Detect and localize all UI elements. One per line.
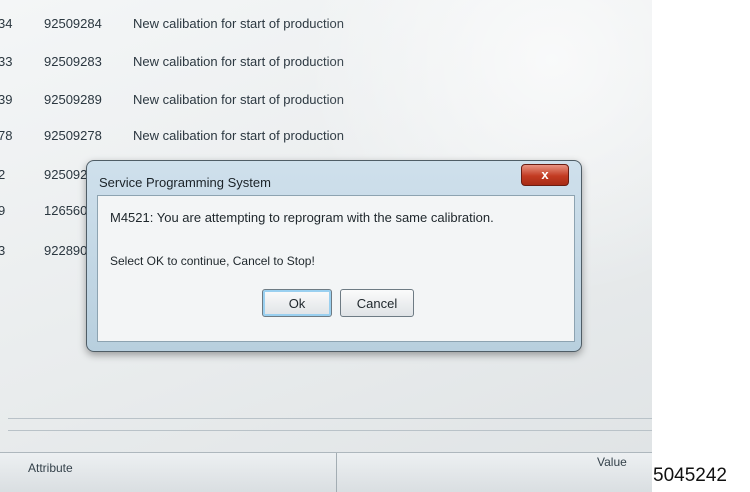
ok-button[interactable]: Ok bbox=[262, 289, 332, 317]
cancel-button[interactable]: Cancel bbox=[340, 289, 414, 317]
dialog-title: Service Programming System bbox=[99, 175, 271, 190]
panel-divider bbox=[8, 430, 652, 431]
table-row[interactable]: 34 92509284 New calibation for start of … bbox=[0, 9, 652, 39]
row-calibration-id: 922890 bbox=[44, 243, 88, 258]
row-description: New calibation for start of production bbox=[133, 16, 344, 31]
column-header-value[interactable]: Value bbox=[597, 455, 627, 469]
row-index: 39 bbox=[0, 92, 13, 107]
column-divider[interactable] bbox=[336, 453, 337, 492]
column-header-attribute[interactable]: Attribute bbox=[28, 461, 73, 475]
row-index: 34 bbox=[0, 16, 13, 31]
row-calibration-id: 92509284 bbox=[44, 16, 102, 31]
row-index: 2 bbox=[0, 167, 6, 182]
image-caption-number: 5045242 bbox=[653, 465, 727, 486]
row-index: 33 bbox=[0, 54, 13, 69]
row-description: New calibation for start of production bbox=[133, 92, 344, 107]
dialog-message: M4521: You are attempting to reprogram w… bbox=[110, 210, 494, 225]
panel-divider bbox=[8, 418, 652, 419]
dialog-instruction: Select OK to continue, Cancel to Stop! bbox=[110, 254, 315, 268]
confirmation-dialog: Service Programming System x M4521: You … bbox=[86, 160, 582, 352]
table-row[interactable]: 33 92509283 New calibation for start of … bbox=[0, 47, 652, 77]
row-index: 78 bbox=[0, 128, 13, 143]
dialog-body: M4521: You are attempting to reprogram w… bbox=[97, 195, 575, 342]
row-calibration-id: 92509278 bbox=[44, 128, 102, 143]
row-index: 3 bbox=[0, 243, 6, 258]
row-index: 9 bbox=[0, 203, 6, 218]
row-calibration-id: 126560 bbox=[44, 203, 88, 218]
monitor-screen: 34 92509284 New calibation for start of … bbox=[0, 0, 652, 492]
row-description: New calibation for start of production bbox=[133, 54, 344, 69]
row-description: New calibation for start of production bbox=[133, 128, 344, 143]
row-calibration-id: 92509283 bbox=[44, 54, 102, 69]
table-row[interactable]: 39 92509289 New calibation for start of … bbox=[0, 85, 652, 115]
close-button[interactable]: x bbox=[521, 164, 569, 186]
attribute-table-header: Attribute Value bbox=[0, 452, 652, 492]
row-calibration-id: 92509289 bbox=[44, 92, 102, 107]
row-calibration-id: 925092 bbox=[44, 167, 88, 182]
table-row[interactable]: 78 92509278 New calibation for start of … bbox=[0, 121, 652, 151]
close-icon: x bbox=[541, 167, 549, 182]
